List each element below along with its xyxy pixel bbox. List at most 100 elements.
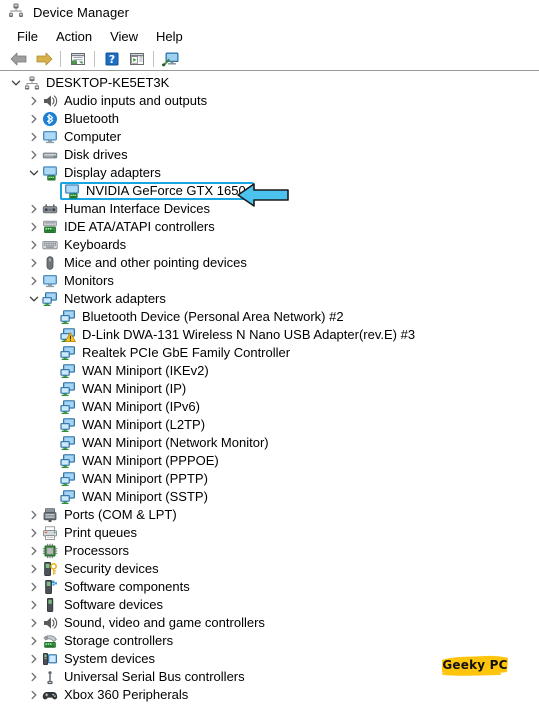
- tree-item-nvidia-geforce-gtx-1650[interactable]: NVIDIA GeForce GTX 1650: [0, 182, 539, 200]
- chevron-right-icon[interactable]: [26, 200, 42, 218]
- forward-button[interactable]: [31, 48, 56, 70]
- tree-item-d-link-dwa-131[interactable]: D-Link DWA-131 Wireless N Nano USB Adapt…: [0, 326, 539, 344]
- chevron-right-icon[interactable]: [26, 686, 42, 704]
- menu-item-help[interactable]: Help: [147, 29, 192, 44]
- chevron-right-icon[interactable]: [26, 578, 42, 596]
- tree-item-audio-inputs-and-outputs[interactable]: Audio inputs and outputs: [0, 92, 539, 110]
- network-adapter-icon: [60, 363, 76, 379]
- chevron-right-icon[interactable]: [26, 92, 42, 110]
- chevron-right-icon[interactable]: [26, 596, 42, 614]
- tree-item-software-components[interactable]: Software components: [0, 578, 539, 596]
- tree-item-security-devices[interactable]: Security devices: [0, 560, 539, 578]
- tree-item-label: Print queues: [64, 525, 137, 540]
- toolbar-separator: [153, 50, 154, 67]
- chevron-down-icon[interactable]: [26, 164, 42, 182]
- tree-item-system-devices[interactable]: System devices: [0, 650, 539, 668]
- menu-item-action[interactable]: Action: [47, 29, 101, 44]
- tree-item-wan-miniport-pptp[interactable]: WAN Miniport (PPTP): [0, 470, 539, 488]
- tree-item-desktop-ke5et3k[interactable]: DESKTOP-KE5ET3K: [0, 74, 539, 92]
- tree-item-label: Computer: [64, 129, 122, 144]
- tree-item-ports-com-lpt[interactable]: Ports (COM & LPT): [0, 506, 539, 524]
- chevron-right-icon[interactable]: [26, 560, 42, 578]
- chevron-right-icon[interactable]: [26, 146, 42, 164]
- device-tree[interactable]: DESKTOP-KE5ET3K Audio inputs and outputs B…: [0, 71, 539, 704]
- chevron-right-icon[interactable]: [26, 632, 42, 650]
- chevron-right-icon[interactable]: [26, 506, 42, 524]
- chevron-right-icon[interactable]: [26, 128, 42, 146]
- tree-item-bluetooth-device-pan-2[interactable]: Bluetooth Device (Personal Area Network)…: [0, 308, 539, 326]
- network-adapter-icon: [60, 309, 76, 325]
- chevron-right-icon[interactable]: [26, 110, 42, 128]
- chevron-right-icon[interactable]: [26, 650, 42, 668]
- chevron-right-icon[interactable]: [26, 524, 42, 542]
- tree-item-sound-video-and-game-controllers[interactable]: Sound, video and game controllers: [0, 614, 539, 632]
- tree-item-software-devices[interactable]: Software devices: [0, 596, 539, 614]
- tree-item-monitors[interactable]: Monitors: [0, 272, 539, 290]
- tree-item-label: D-Link DWA-131 Wireless N Nano USB Adapt…: [82, 327, 416, 342]
- port-icon: [42, 507, 58, 523]
- tree-item-human-interface-devices[interactable]: Human Interface Devices: [0, 200, 539, 218]
- tree-item-storage-controllers[interactable]: Storage controllers: [0, 632, 539, 650]
- help-question-icon: ?: [105, 52, 118, 66]
- chevron-down-icon[interactable]: [26, 290, 42, 308]
- tree-item-label: Human Interface Devices: [64, 201, 210, 216]
- tree-item-display-adapters[interactable]: Display adapters: [0, 164, 539, 182]
- tree-item-ide-ata-atapi-controllers[interactable]: IDE ATA/ATAPI controllers: [0, 218, 539, 236]
- tree-item-label: Universal Serial Bus controllers: [64, 669, 245, 684]
- tree-item-label: Software devices: [64, 597, 163, 612]
- printer-icon: [42, 525, 58, 541]
- svg-text:?: ?: [108, 53, 114, 66]
- tree-item-wan-miniport-ikev2[interactable]: WAN Miniport (IKEv2): [0, 362, 539, 380]
- scan-hardware-button[interactable]: [158, 48, 183, 70]
- help-button[interactable]: ?: [99, 48, 124, 70]
- tree-item-label: Xbox 360 Peripherals: [64, 687, 189, 702]
- chevron-down-icon[interactable]: [8, 74, 24, 92]
- tree-item-bluetooth[interactable]: Bluetooth: [0, 110, 539, 128]
- tree-item-print-queues[interactable]: Print queues: [0, 524, 539, 542]
- tree-item-wan-miniport-ipv6[interactable]: WAN Miniport (IPv6): [0, 398, 539, 416]
- update-driver-button[interactable]: [124, 48, 149, 70]
- tree-item-label: WAN Miniport (IP): [82, 381, 187, 396]
- chevron-right-icon[interactable]: [26, 614, 42, 632]
- chevron-right-icon[interactable]: [26, 218, 42, 236]
- tree-item-mice-and-other-pointing-devices[interactable]: Mice and other pointing devices: [0, 254, 539, 272]
- tree-item-label: Ports (COM & LPT): [64, 507, 177, 522]
- tree-item-disk-drives[interactable]: Disk drives: [0, 146, 539, 164]
- tree-item-wan-miniport-l2tp[interactable]: WAN Miniport (L2TP): [0, 416, 539, 434]
- chevron-right-icon[interactable]: [26, 236, 42, 254]
- tree-item-label: WAN Miniport (IKEv2): [82, 363, 209, 378]
- tree-item-xbox-360-peripherals[interactable]: Xbox 360 Peripherals: [0, 686, 539, 704]
- usb-icon: [42, 669, 58, 685]
- network-adapter-icon: [60, 471, 76, 487]
- tree-item-keyboards[interactable]: Keyboards: [0, 236, 539, 254]
- network-adapter-warning-icon: [60, 327, 76, 343]
- chevron-right-icon[interactable]: [26, 272, 42, 290]
- bluetooth-icon: [42, 111, 58, 127]
- menu-item-view[interactable]: View: [101, 29, 147, 44]
- tree-item-label: Bluetooth: [64, 111, 119, 126]
- tree-item-computer[interactable]: Computer: [0, 128, 539, 146]
- monitor-icon: [42, 273, 58, 289]
- tree-item-label: Bluetooth Device (Personal Area Network)…: [82, 309, 344, 324]
- tree-item-wan-miniport-sstp[interactable]: WAN Miniport (SSTP): [0, 488, 539, 506]
- tree-item-universal-serial-bus-controllers[interactable]: Universal Serial Bus controllers: [0, 668, 539, 686]
- speaker-icon: [42, 93, 58, 109]
- chevron-right-icon[interactable]: [26, 668, 42, 686]
- tree-item-wan-miniport-pppoe[interactable]: WAN Miniport (PPPOE): [0, 452, 539, 470]
- tree-item-realtek-pcie-gbe-family-controller[interactable]: Realtek PCIe GbE Family Controller: [0, 344, 539, 362]
- network-adapter-icon: [60, 453, 76, 469]
- menu-item-file[interactable]: File: [8, 29, 47, 44]
- chevron-right-icon[interactable]: [26, 254, 42, 272]
- tree-item-wan-miniport-network-monitor[interactable]: WAN Miniport (Network Monitor): [0, 434, 539, 452]
- tree-item-label: Monitors: [64, 273, 114, 288]
- tree-item-network-adapters[interactable]: Network adapters: [0, 290, 539, 308]
- back-button[interactable]: [6, 48, 31, 70]
- tree-item-wan-miniport-ip[interactable]: WAN Miniport (IP): [0, 380, 539, 398]
- tree-item-label: Realtek PCIe GbE Family Controller: [82, 345, 291, 360]
- chevron-right-icon[interactable]: [26, 542, 42, 560]
- properties-button[interactable]: [65, 48, 90, 70]
- tree-item-processors[interactable]: Processors: [0, 542, 539, 560]
